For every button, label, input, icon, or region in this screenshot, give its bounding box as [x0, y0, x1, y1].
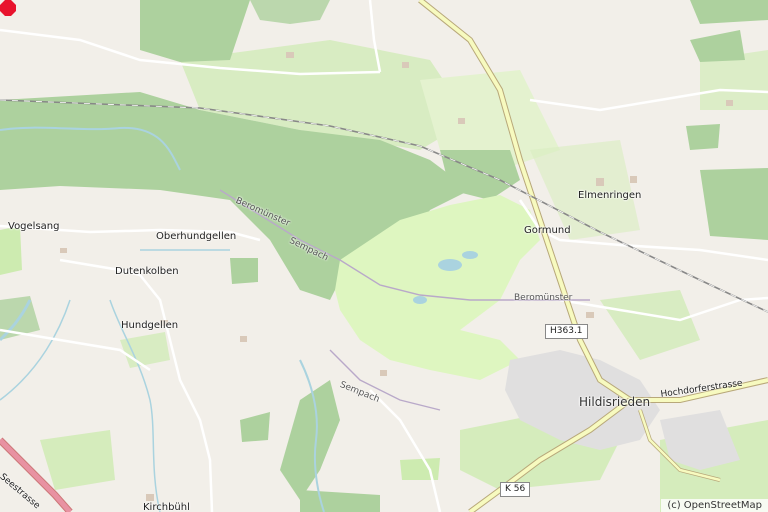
place-vogelsang: Vogelsang: [8, 221, 60, 232]
railway-label-beromuenster: Beromünster: [514, 293, 573, 303]
road-shield-h363-1: H363.1: [545, 324, 588, 339]
place-elmenringen: Elmenringen: [578, 190, 642, 201]
place-hildisrieden: Hildisrieden: [579, 395, 651, 409]
place-oberhundgellen: Oberhundgellen: [156, 231, 237, 242]
place-dutenkolben: Dutenkolben: [115, 266, 179, 277]
place-gormund: Gormund: [524, 225, 571, 236]
road-shield-k56: K 56: [500, 482, 531, 497]
map-tiles: [0, 0, 768, 512]
location-marker-icon[interactable]: [0, 0, 16, 16]
map-canvas[interactable]: Vogelsang Oberhundgellen Dutenkolben Hun…: [0, 0, 768, 512]
place-kirchbuehl: Kirchbühl: [143, 502, 190, 512]
map-attribution[interactable]: (c) OpenStreetMap: [661, 499, 768, 512]
place-hundgellen: Hundgellen: [121, 320, 179, 331]
